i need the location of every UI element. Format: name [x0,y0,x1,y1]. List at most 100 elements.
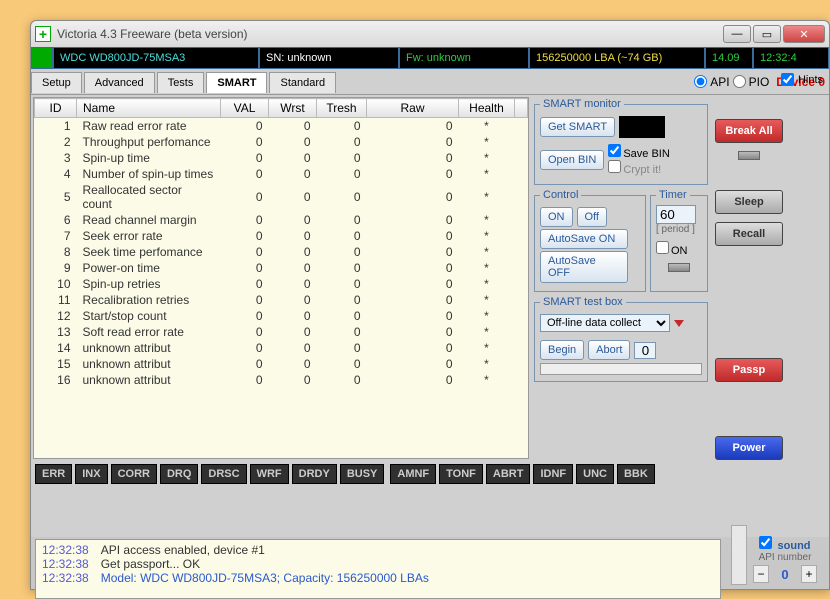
maximize-button[interactable]: ▭ [753,25,781,43]
table-row[interactable]: 13Soft read error rate0000* [35,324,528,340]
smart-monitor-legend: SMART monitor [540,98,624,110]
tab-advanced[interactable]: Advanced [84,72,155,93]
table-row[interactable]: 2Throughput perfomance0000* [35,134,528,150]
timer-on-checkbox[interactable] [656,241,669,254]
log-line: 12:32:38Get passport... OK [42,557,714,571]
abort-button[interactable]: Abort [588,340,630,360]
minimize-button[interactable]: — [723,25,751,43]
flag-corr: CORR [111,464,157,484]
test-type-select[interactable]: Off-line data collect [540,314,670,332]
col-tresh[interactable]: Tresh [317,99,367,118]
timer-period-label: [ period ] [656,224,702,235]
timer-legend: Timer [656,189,690,201]
control-off-button[interactable]: Off [577,207,607,227]
hints-checkbox[interactable] [781,73,794,86]
drive-model: WDC WD800JD-75MSA3 [53,47,259,69]
api-label: API [710,75,729,89]
passp-button[interactable]: Passp [715,358,783,382]
lba-value: 156250000 LBA (~74 GB) [529,47,705,69]
save-bin-label: Save BIN [623,148,669,160]
recall-button[interactable]: Recall [715,222,783,246]
pio-label: PIO [749,75,770,89]
close-button[interactable]: ✕ [783,25,825,43]
tab-setup[interactable]: Setup [31,72,82,93]
log-scrollbar[interactable] [731,525,747,585]
table-row[interactable]: 10Spin-up retries0000* [35,276,528,292]
crypt-checkbox[interactable] [608,160,621,173]
control-box: Control ON Off AutoSave ON AutoSave OFF [534,189,646,292]
autosave-off-button[interactable]: AutoSave OFF [540,251,628,283]
table-row[interactable]: 3Spin-up time0000* [35,150,528,166]
col-raw[interactable]: Raw [367,99,459,118]
api-increment-button[interactable]: + [801,565,817,583]
dropdown-icon[interactable] [674,320,684,327]
table-row[interactable]: 15unknown attribut0000* [35,356,528,372]
timer-input[interactable] [656,205,696,224]
time-value: 12:32:4 [753,47,829,69]
smart-table: IDNameVALWrstTreshRawHealth 1Raw read er… [33,97,529,459]
crypt-label: Crypt it! [623,164,661,176]
autosave-on-button[interactable]: AutoSave ON [540,229,628,249]
log-line: 12:32:38API access enabled, device #1 [42,543,714,557]
sound-label: sound [778,540,811,552]
flag-drdy: DRDY [292,464,337,484]
save-bin-checkbox[interactable] [608,144,621,157]
flag-drsc: DRSC [201,464,246,484]
sound-panel: sound API number − 0 + [747,536,823,583]
table-row[interactable]: 7Seek error rate0000* [35,228,528,244]
titlebar[interactable]: + Victoria 4.3 Freeware (beta version) —… [31,21,829,47]
status-flags-bar: ERRINXCORRDRQDRSCWRFDRDYBUSYAMNFTONFABRT… [33,459,529,489]
api-number-value: 0 [771,567,799,582]
open-bin-button[interactable]: Open BIN [540,150,604,170]
test-progress-bar [540,363,702,375]
timer-on-label: ON [671,245,688,257]
table-row[interactable]: 9Power-on time0000* [35,260,528,276]
col-id[interactable]: ID [35,99,77,118]
app-icon: + [35,26,51,42]
col-health[interactable]: Health [459,99,515,118]
flag-busy: BUSY [340,464,385,484]
api-radio[interactable] [694,75,707,88]
table-row[interactable]: 4Number of spin-up times0000* [35,166,528,182]
power-button[interactable]: Power [715,436,783,460]
window-title: Victoria 4.3 Freeware (beta version) [57,27,723,41]
table-row[interactable]: 8Seek time perfomance0000* [35,244,528,260]
status-led [31,47,53,69]
sleep-button[interactable]: Sleep [715,190,783,214]
fw-value: unknown [427,52,471,64]
table-row[interactable]: 1Raw read error rate0000* [35,118,528,135]
break-all-button[interactable]: Break All [715,119,783,143]
api-decrement-button[interactable]: − [753,565,769,583]
col-wrst[interactable]: Wrst [269,99,317,118]
table-row[interactable]: 16unknown attribut0000* [35,372,528,388]
test-value-input[interactable] [634,342,656,359]
app-window: + Victoria 4.3 Freeware (beta version) —… [30,20,830,590]
flag-inx: INX [75,464,107,484]
log-line: 12:32:38Model: WDC WD800JD-75MSA3; Capac… [42,571,714,585]
fw-label: Fw: [406,52,424,64]
table-row[interactable]: 14unknown attribut0000* [35,340,528,356]
control-on-button[interactable]: ON [540,207,573,227]
flag-amnf: AMNF [390,464,436,484]
pio-radio[interactable] [733,75,746,88]
begin-button[interactable]: Begin [540,340,584,360]
api-number-label: API number [747,552,823,563]
table-row[interactable]: 5Reallocated sector count0000* [35,182,528,212]
info-bar: WDC WD800JD-75MSA3 SN: unknown Fw: unkno… [31,47,829,69]
col-name[interactable]: Name [77,99,221,118]
table-row[interactable]: 12Start/stop count0000* [35,308,528,324]
sound-checkbox[interactable] [759,536,772,549]
table-row[interactable]: 11Recalibration retries0000* [35,292,528,308]
tab-smart[interactable]: SMART [206,72,267,93]
timer-indicator [668,263,690,272]
sn-value: unknown [287,52,331,64]
hints-label: Hints [798,74,823,86]
timer-box: Timer [ period ] ON [650,189,708,292]
table-row[interactable]: 6Read channel margin0000* [35,212,528,228]
get-smart-button[interactable]: Get SMART [540,117,615,137]
col-val[interactable]: VAL [221,99,269,118]
log-area[interactable]: 12:32:38API access enabled, device #112:… [35,539,721,599]
hints-checkbox-wrap[interactable]: Hints [781,73,823,86]
tab-tests[interactable]: Tests [157,72,205,93]
tab-standard[interactable]: Standard [269,72,336,93]
